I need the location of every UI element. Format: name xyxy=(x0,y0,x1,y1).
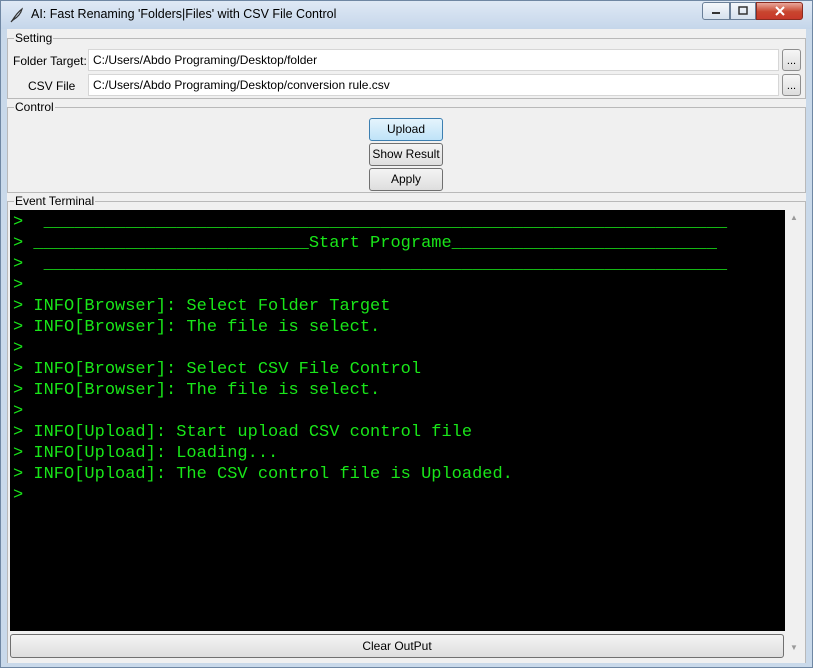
terminal-line: > INFO[Upload]: Start upload CSV control… xyxy=(13,423,473,442)
event-terminal[interactable]: > ______________________________________… xyxy=(10,210,785,631)
terminal-line: > INFO[Browser]: The file is select. xyxy=(13,381,381,400)
close-icon xyxy=(774,6,785,16)
terminal-line: > xyxy=(13,276,24,295)
terminal-line: > xyxy=(13,486,24,505)
maximize-icon xyxy=(738,6,748,15)
terminal-line: > INFO[Upload]: Loading... xyxy=(13,444,279,463)
terminal-line: > ______________________________________… xyxy=(13,255,728,274)
minimize-icon xyxy=(712,12,720,14)
terminal-line: > INFO[Browser]: Select CSV File Control xyxy=(13,360,422,379)
window-title: AI: Fast Renaming 'Folders|Files' with C… xyxy=(31,7,337,21)
terminal-scrollbar[interactable]: ▲ ▼ xyxy=(786,210,802,658)
setting-group-label: Setting xyxy=(14,31,54,45)
folder-target-input[interactable]: C:/Users/Abdo Programing/Desktop/folder xyxy=(88,49,779,71)
app-window: AI: Fast Renaming 'Folders|Files' with C… xyxy=(0,0,813,668)
csv-file-label: CSV File xyxy=(28,79,76,93)
scroll-up-icon[interactable]: ▲ xyxy=(788,212,800,224)
terminal-line: > INFO[Upload]: The CSV control file is … xyxy=(13,465,513,484)
apply-button[interactable]: Apply xyxy=(369,168,443,191)
csv-file-input[interactable]: C:/Users/Abdo Programing/Desktop/convers… xyxy=(88,74,779,96)
terminal-line: > INFO[Browser]: Select Folder Target xyxy=(13,297,391,316)
maximize-button[interactable] xyxy=(730,2,756,20)
terminal-line: > xyxy=(13,339,24,358)
folder-target-label: Folder Target: xyxy=(13,54,87,68)
control-group: Control Upload Show Result Apply xyxy=(7,100,806,193)
terminal-line: > ______________________________________… xyxy=(13,213,728,232)
terminal-line: > ___________________________Start Progr… xyxy=(13,234,717,253)
minimize-button[interactable] xyxy=(702,2,730,20)
upload-button[interactable]: Upload xyxy=(369,118,443,141)
feather-icon xyxy=(10,7,23,23)
terminal-group-label: Event Terminal xyxy=(14,194,96,208)
setting-group: Setting Folder Target: C:/Users/Abdo Pro… xyxy=(7,31,806,99)
clear-output-button[interactable]: Clear OutPut xyxy=(10,634,784,658)
scroll-down-icon[interactable]: ▼ xyxy=(788,642,800,654)
client-area: Setting Folder Target: C:/Users/Abdo Pro… xyxy=(7,29,806,663)
show-result-button[interactable]: Show Result xyxy=(369,143,443,166)
folder-browse-button[interactable]: ... xyxy=(782,49,801,71)
control-group-label: Control xyxy=(14,100,55,114)
close-button[interactable] xyxy=(756,2,803,20)
terminal-line: > INFO[Browser]: The file is select. xyxy=(13,318,381,337)
title-bar[interactable]: AI: Fast Renaming 'Folders|Files' with C… xyxy=(1,1,812,29)
csv-browse-button[interactable]: ... xyxy=(782,74,801,96)
terminal-line: > xyxy=(13,402,24,421)
